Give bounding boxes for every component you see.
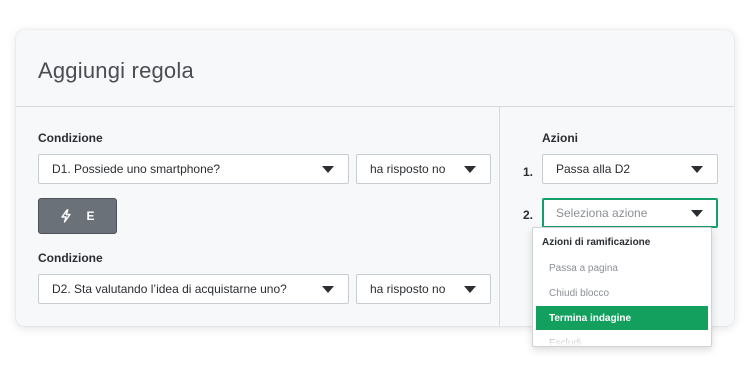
action-number-1: 1. (523, 165, 534, 179)
action-1-select[interactable]: Passa alla D2 (542, 154, 718, 184)
lightning-icon (61, 209, 72, 223)
actions-label: Azioni (542, 131, 578, 145)
chevron-down-icon (322, 165, 334, 173)
condition-label-1: Condizione (38, 131, 103, 145)
action-2-placeholder: Seleziona azione (556, 206, 648, 220)
dropdown-item-passa-a-pagina[interactable]: Passa a pagina (536, 256, 708, 280)
condition-2-question-select[interactable]: D2. Sta valutando l’idea di acquistarne … (38, 274, 349, 304)
chevron-down-icon (464, 285, 476, 293)
action-number-2: 2. (523, 208, 534, 222)
scroll-fade (533, 336, 711, 346)
condition-1-question-value: D1. Possiede uno smartphone? (52, 162, 221, 176)
and-button-label: E (86, 209, 95, 223)
condition-1-answer-select[interactable]: ha risposto no (356, 154, 491, 184)
condition-1-question-select[interactable]: D1. Possiede uno smartphone? (38, 154, 349, 184)
chevron-down-icon (322, 285, 334, 293)
chevron-down-icon (691, 209, 703, 217)
condition-2-answer-select[interactable]: ha risposto no (356, 274, 491, 304)
divider (16, 106, 734, 107)
dropdown-item-chiudi-blocco[interactable]: Chiudi blocco (536, 281, 708, 305)
action-2-select[interactable]: Seleziona azione (542, 198, 718, 228)
column-divider (499, 107, 500, 326)
condition-2-question-value: D2. Sta valutando l’idea di acquistarne … (52, 282, 287, 296)
dropdown-item-termina-indagine[interactable]: Termina indagine (536, 306, 708, 330)
dialog-title: Aggiungi regola (38, 58, 194, 83)
condition-label-2: Condizione (38, 251, 103, 265)
dropdown-group-header: Azioni di ramificazione (542, 237, 651, 248)
condition-2-answer-value: ha risposto no (370, 282, 446, 296)
action-1-value: Passa alla D2 (556, 162, 631, 176)
chevron-down-icon (464, 165, 476, 173)
add-and-condition-button[interactable]: E (38, 198, 117, 234)
action-dropdown-menu: Azioni di ramificazione Passa a pagina C… (532, 227, 712, 347)
condition-1-answer-value: ha risposto no (370, 162, 446, 176)
chevron-down-icon (691, 165, 703, 173)
